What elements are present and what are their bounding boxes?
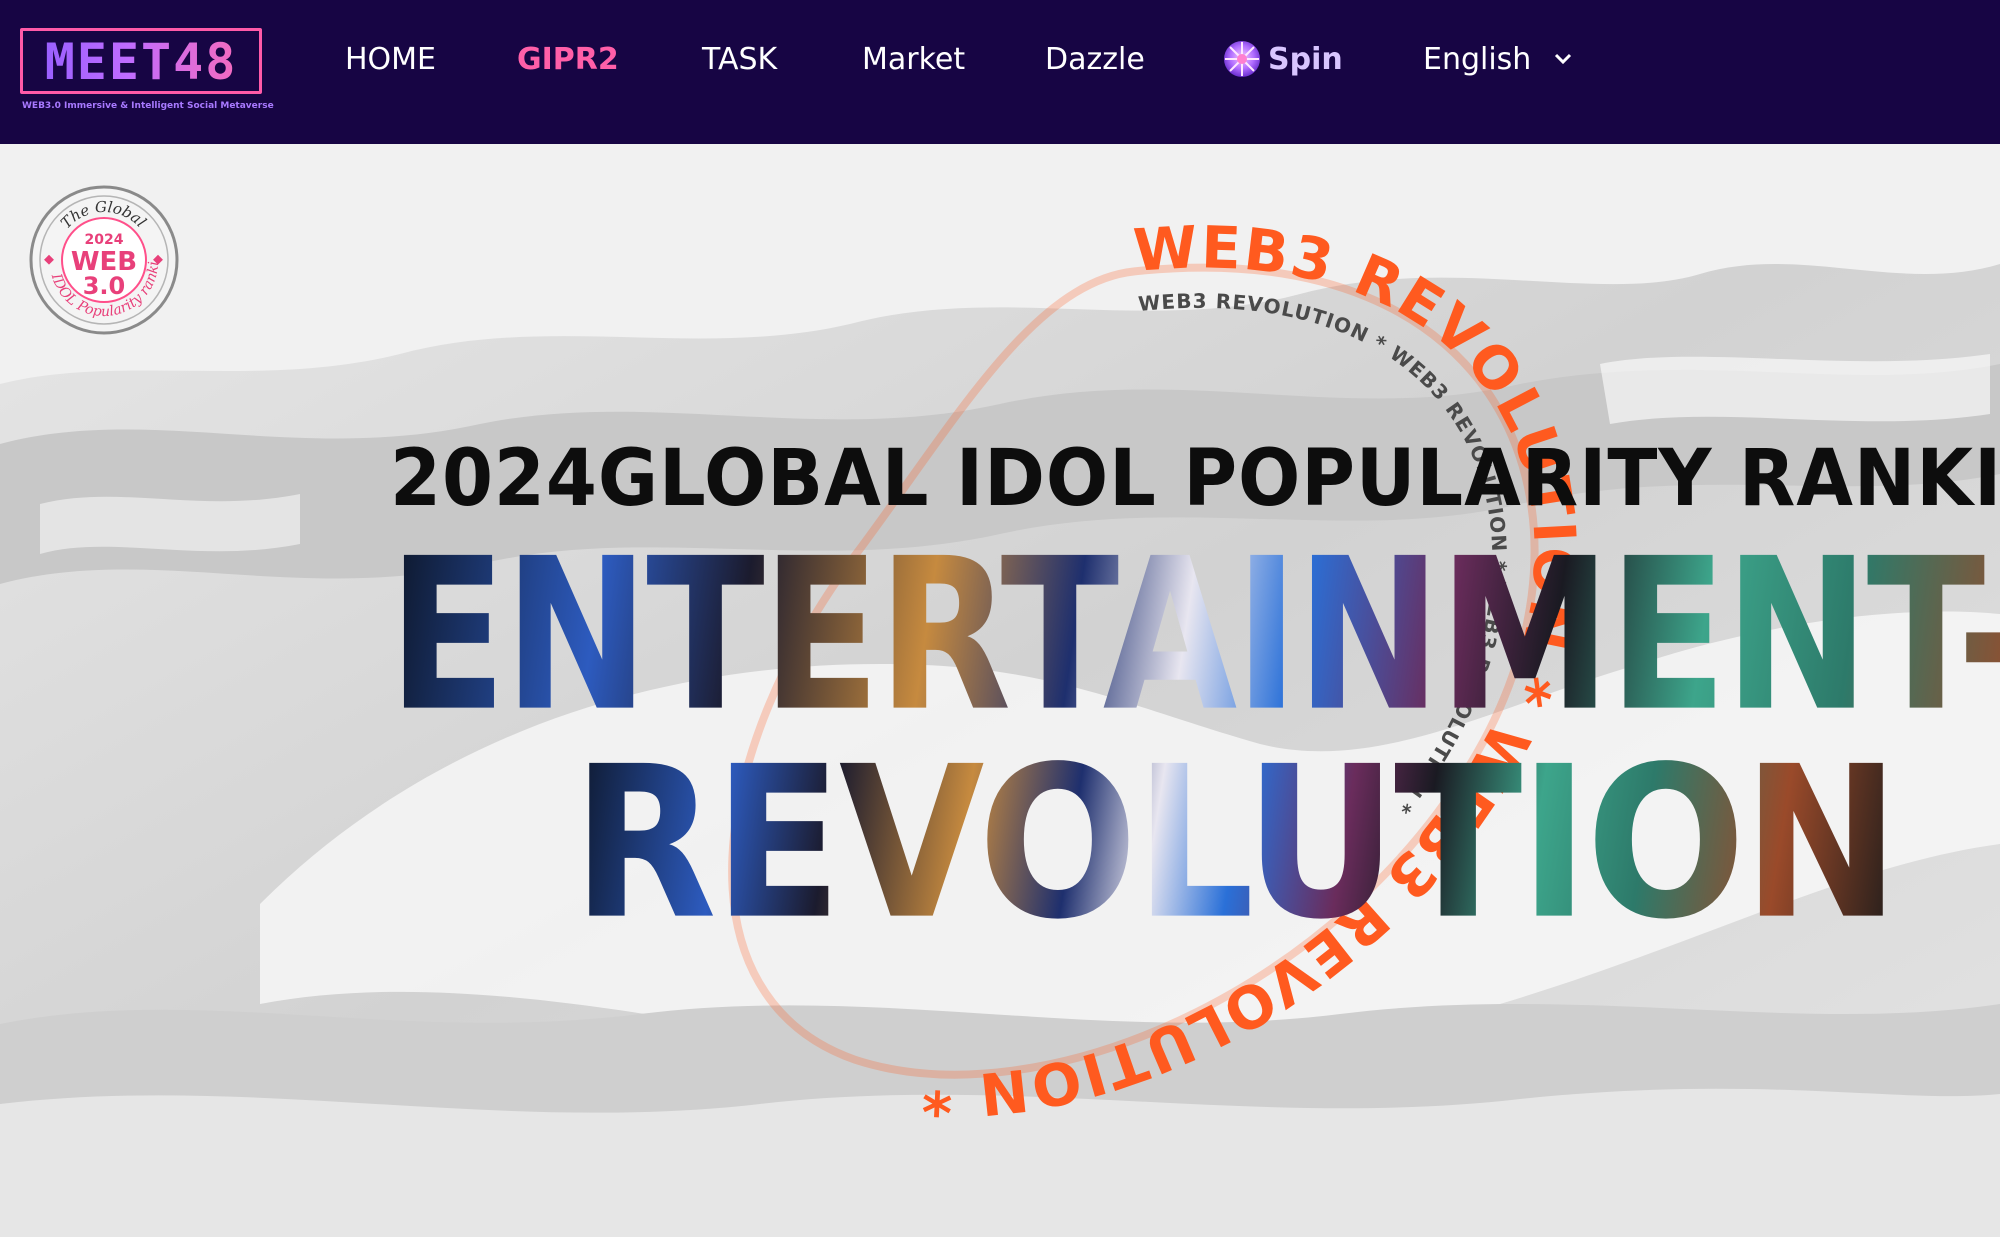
hero-subtitle: 2024GLOBAL IDOL POPULARITY RANKING — [390, 434, 2000, 524]
language-label: English — [1423, 42, 1532, 77]
nav-item-home[interactable]: HOME — [345, 38, 436, 82]
spin-label: Spin — [1268, 42, 1343, 77]
nav-item-spin[interactable]: Spin — [1222, 38, 1343, 82]
hero-banner: WEB3 REVOLUTION * WEB3 REVOLUTION * WEB3… — [0, 144, 2000, 1237]
nav-item-task[interactable]: TASK — [702, 38, 777, 82]
top-navbar: MEET48 WEB3.0 Immersive & Intelligent So… — [0, 0, 2000, 144]
logo-text: MEET48 — [20, 30, 262, 94]
badge-line2: 3.0 — [83, 272, 126, 300]
logo-tagline: WEB3.0 Immersive & Intelligent Social Me… — [22, 101, 274, 111]
spin-wheel-icon — [1224, 40, 1260, 77]
nav-item-market[interactable]: Market — [862, 38, 965, 82]
nav-item-dazzle[interactable]: Dazzle — [1045, 38, 1145, 82]
meet48-logo[interactable]: MEET48 WEB3.0 Immersive & Intelligent So… — [20, 28, 274, 114]
hero-title-line2: REVOLUTION — [572, 722, 1900, 966]
chevron-down-icon — [1554, 53, 1571, 64]
web3-popularity-badge: The Global IDOL Popularity ranking 2024 … — [28, 184, 179, 335]
language-selector[interactable]: English — [1423, 38, 1573, 82]
badge-year: 2024 — [85, 232, 124, 248]
nav-item-gipr2[interactable]: GIPR2 — [517, 38, 619, 82]
